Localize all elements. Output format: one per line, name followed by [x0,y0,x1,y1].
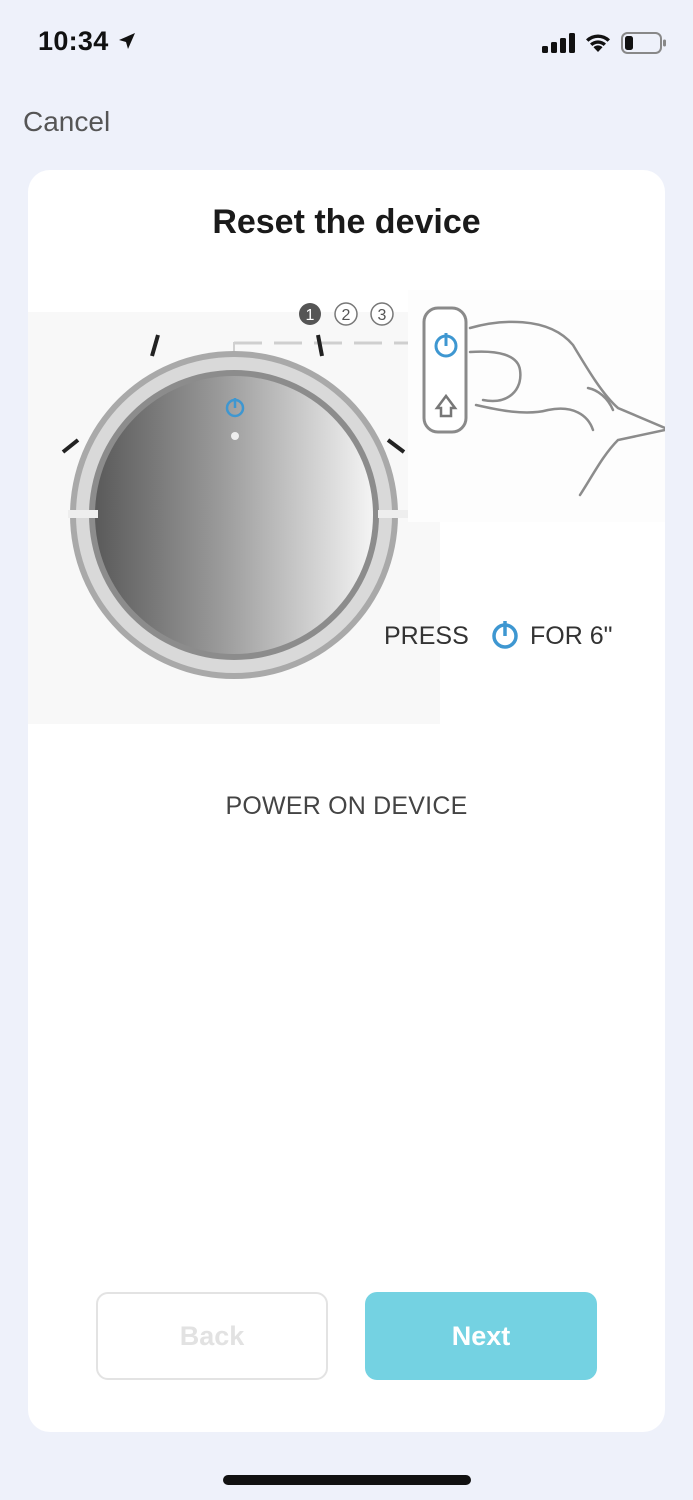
step-2-number: 2 [342,307,351,324]
step-3-number: 3 [378,307,387,324]
status-time: 10:34 [38,26,109,56]
press-label-text: PRESS [384,622,469,650]
content-card: Reset the device 1 2 3 PRESS FOR 6" POWE… [28,170,665,1432]
wifi-icon [586,34,610,52]
instruction-text: POWER ON DEVICE [225,792,468,820]
step-indicator: 1 2 3 [299,302,394,326]
press-duration-text: FOR 6" [530,622,613,650]
home-indicator[interactable] [223,1475,471,1485]
cancel-button[interactable]: Cancel [23,106,110,138]
page-title: Reset the device [212,203,481,241]
reset-device-illustration: 1 2 3 PRESS FOR 6" [28,290,665,724]
status-bar: 10:34 [0,0,693,90]
press-for-6-seconds-label: PRESS FOR 6" [384,621,613,650]
location-arrow-icon [119,33,135,49]
step-1-number: 1 [306,307,315,324]
back-button[interactable]: Back [96,1292,328,1380]
next-button[interactable]: Next [365,1292,597,1380]
cellular-signal-icon [542,33,575,53]
battery-icon [621,32,666,54]
